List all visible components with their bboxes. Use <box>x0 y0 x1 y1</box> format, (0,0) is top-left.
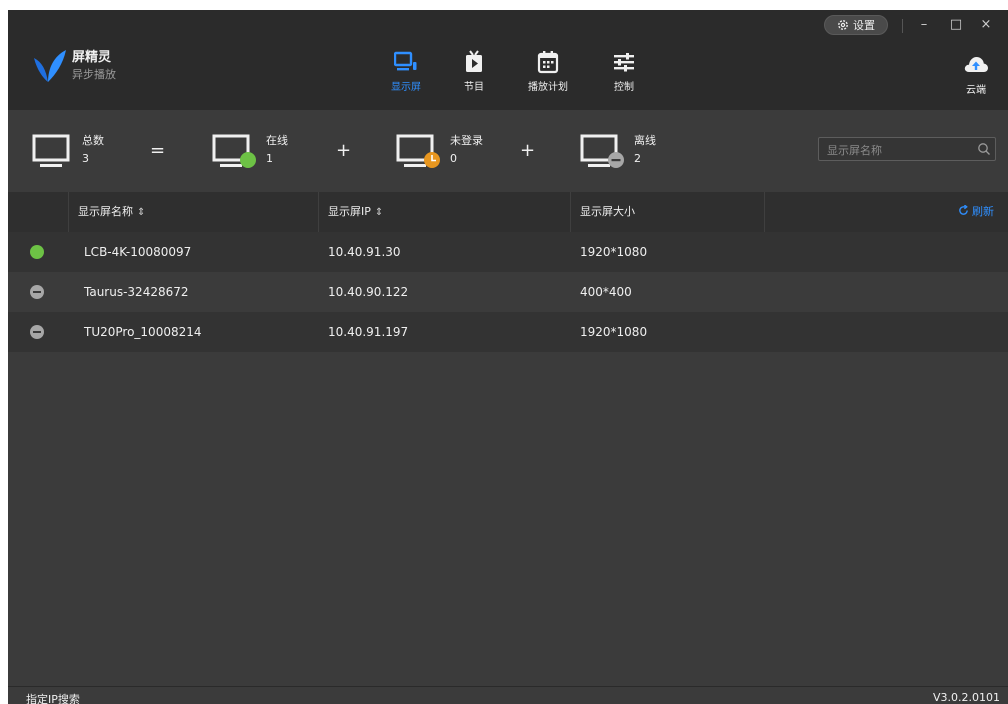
column-header-size: 显示屏大小 <box>580 205 635 218</box>
top-bar: 屏精灵 异步播放 显示屏 节目 播放计划 控制 设置 – □ × 云端 <box>8 10 1008 110</box>
nav-display-screen[interactable]: 显示屏 <box>386 50 426 106</box>
table-row[interactable]: TU20Pro_10008214 10.40.91.197 1920*1080 <box>8 312 1008 352</box>
offline-value: 2 <box>634 152 641 165</box>
search-icon[interactable] <box>977 142 991 156</box>
total-label: 总数 <box>82 134 104 147</box>
search-box <box>818 137 996 161</box>
search-input[interactable] <box>825 140 969 160</box>
status-bar: 指定IP搜索 V3.0.2.0101 <box>8 686 1008 704</box>
settings-button[interactable]: 设置 <box>824 15 888 35</box>
app-logo-icon <box>34 50 66 82</box>
app-window: 屏精灵 异步播放 显示屏 节目 播放计划 控制 设置 – □ × 云端 总数 3… <box>8 10 1008 704</box>
not-logged-in-label: 未登录 <box>450 134 483 147</box>
column-header-name[interactable]: 显示屏名称 ⇕ <box>78 192 145 232</box>
screen-name: TU20Pro_10008214 <box>84 325 202 339</box>
column-divider <box>318 192 319 232</box>
cloud-button[interactable]: 云端 <box>956 54 996 96</box>
status-online-icon <box>30 245 44 259</box>
calendar-icon <box>537 51 559 74</box>
column-header-ip[interactable]: 显示屏IP ⇕ <box>328 192 383 232</box>
screen-ip: 10.40.91.30 <box>328 245 401 259</box>
column-divider <box>764 192 765 232</box>
screen-size: 1920*1080 <box>580 325 648 339</box>
window-separator <box>902 19 903 33</box>
screen-name: Taurus-32428672 <box>84 285 189 299</box>
refresh-icon <box>958 204 968 215</box>
column-title: 显示屏名称 <box>78 205 133 218</box>
sort-icon[interactable]: ⇕ <box>137 207 145 218</box>
table-header: 显示屏名称 ⇕ 显示屏IP ⇕ 显示屏大小 刷新 <box>8 192 1008 232</box>
screen-name: LCB-4K-10080097 <box>84 245 192 259</box>
refresh-button[interactable]: 刷新 <box>958 192 994 232</box>
column-divider <box>68 192 69 232</box>
settings-label: 设置 <box>853 19 875 32</box>
status-offline-icon <box>30 325 44 339</box>
monitor-offline-icon <box>580 134 624 168</box>
screen-size: 1920*1080 <box>580 245 648 259</box>
maximize-button[interactable]: □ <box>946 15 966 35</box>
screen-ip: 10.40.91.197 <box>328 325 409 339</box>
table-row[interactable]: LCB-4K-10080097 10.40.91.30 1920*1080 <box>8 232 1008 272</box>
monitor-pending-icon <box>396 134 440 168</box>
stats-bar: 总数 3 = 在线 1 + 未登录 0 + 离线 2 <box>8 110 1008 192</box>
ip-search-link[interactable]: 指定IP搜索 <box>26 691 80 704</box>
nav-control[interactable]: 控制 <box>604 50 644 106</box>
plus-sign: + <box>336 140 352 161</box>
nav-label: 控制 <box>614 82 634 93</box>
display-screen-icon <box>394 51 417 71</box>
column-title: 显示屏IP <box>328 205 371 218</box>
column-divider <box>570 192 571 232</box>
screen-size: 400*400 <box>580 285 632 299</box>
offline-label: 离线 <box>634 134 656 147</box>
monitor-online-icon <box>212 134 256 168</box>
not-logged-in-value: 0 <box>450 152 457 165</box>
cloud-upload-icon <box>964 57 988 72</box>
total-value: 3 <box>82 152 89 165</box>
close-button[interactable]: × <box>976 15 996 35</box>
nav-play-schedule[interactable]: 播放计划 <box>522 50 574 106</box>
status-offline-icon <box>30 285 44 299</box>
plus-sign: + <box>520 140 536 161</box>
sliders-icon <box>614 53 634 72</box>
gear-icon <box>838 20 848 30</box>
tv-play-icon <box>466 50 482 72</box>
online-label: 在线 <box>266 134 288 147</box>
cloud-label: 云端 <box>966 85 986 96</box>
monitor-icon <box>32 134 70 167</box>
refresh-label: 刷新 <box>972 205 994 218</box>
app-subtitle: 异步播放 <box>72 68 116 81</box>
online-value: 1 <box>266 152 273 165</box>
version-label: V3.0.2.0101 <box>932 691 1000 704</box>
sort-icon[interactable]: ⇕ <box>375 207 383 218</box>
app-name: 屏精灵 <box>72 50 112 65</box>
nav-program[interactable]: 节目 <box>454 50 494 106</box>
equals-sign: = <box>150 140 166 161</box>
table-row[interactable]: Taurus-32428672 10.40.90.122 400*400 <box>8 272 1008 312</box>
nav-label: 节目 <box>464 82 484 93</box>
nav-label: 显示屏 <box>391 82 421 93</box>
nav-label: 播放计划 <box>528 82 568 93</box>
minimize-button[interactable]: – <box>914 15 934 35</box>
screen-ip: 10.40.90.122 <box>328 285 409 299</box>
